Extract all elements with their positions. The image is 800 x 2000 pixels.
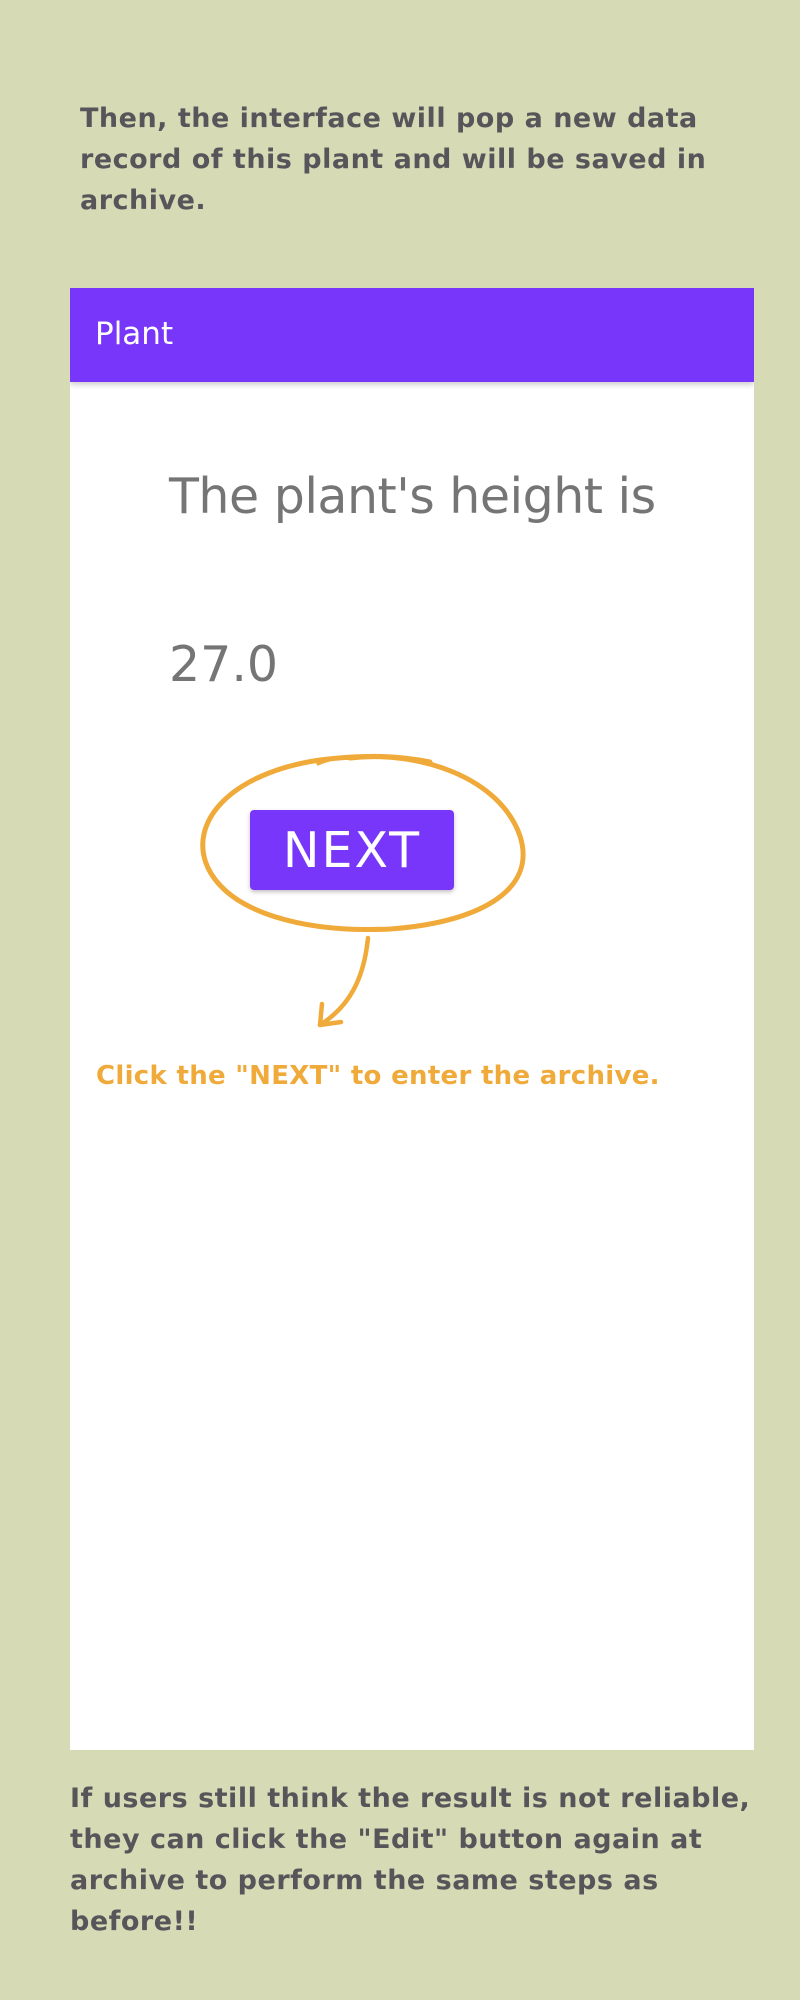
- intro-instruction-text: Then, the interface will pop a new data …: [80, 103, 707, 216]
- next-hint-text: Click the "NEXT" to enter the archive.: [96, 1061, 660, 1091]
- height-label: The plant's height is: [169, 468, 656, 525]
- height-value: 27.0: [169, 636, 279, 693]
- app-bar: Plant: [70, 288, 754, 382]
- curved-arrow-icon: [317, 935, 371, 1028]
- next-button[interactable]: NEXT: [250, 810, 454, 890]
- outro-instruction-text: If users still think the result is not r…: [70, 1783, 751, 1937]
- phone-screenshot: Plant The plant's height is 27.0 NEXT Cl…: [70, 288, 754, 1750]
- app-title: Plant: [95, 316, 174, 352]
